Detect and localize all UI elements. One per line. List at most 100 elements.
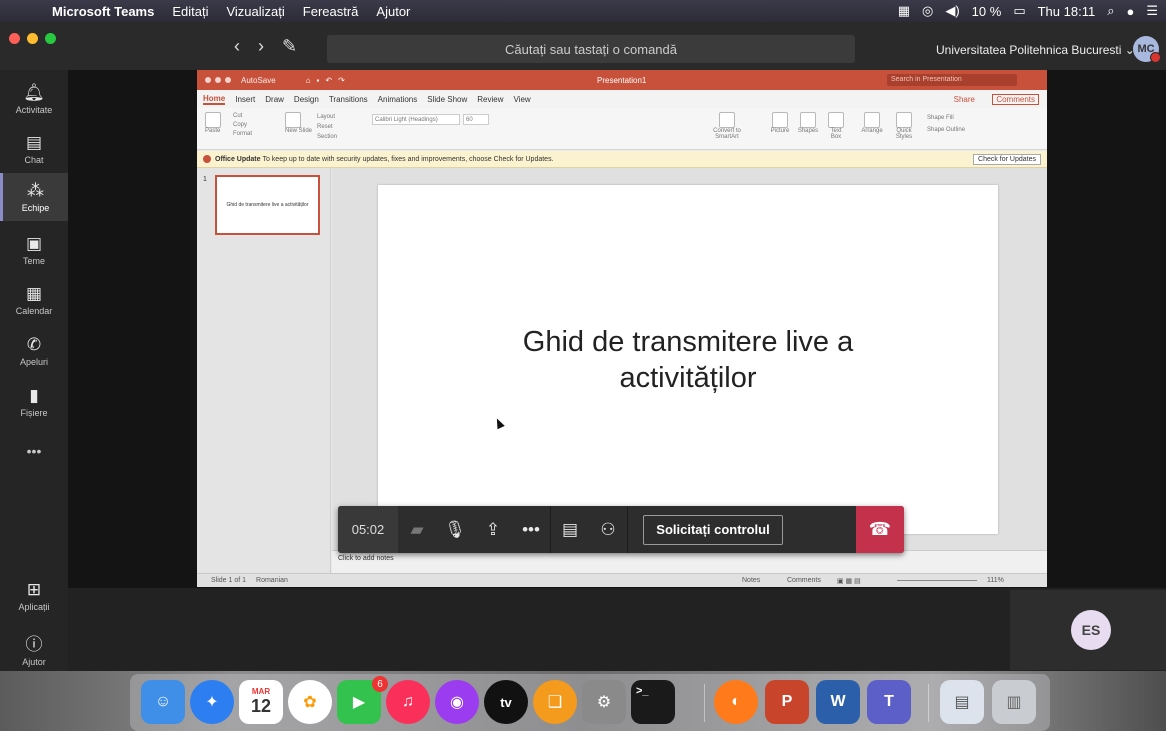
firefox-icon[interactable]: ◐ [714,680,758,724]
command-search-input[interactable]: Căutați sau tastați o comandă [327,35,855,63]
word-icon[interactable]: W [816,680,860,724]
safari-icon[interactable]: ✦ [190,680,234,724]
rail-item-activity[interactable]: 🔔︎ Activitate [0,76,68,122]
menu-app-name[interactable]: Microsoft Teams [52,4,154,19]
shape-outline-button[interactable]: Shape Outline [927,124,965,136]
slide-canvas[interactable]: Ghid de transmitere live a activităților [378,185,998,534]
microphone-icon[interactable]: 🎙︎ [436,506,474,553]
forward-icon[interactable]: › [258,36,264,57]
menu-view[interactable]: Vizualizați [226,4,284,19]
rail-item-chat[interactable]: ▤ Chat [0,126,68,172]
tab-home[interactable]: Home [203,94,226,105]
spotlight-icon[interactable]: ⌕ [1107,3,1114,19]
menu-edit[interactable]: Editați [172,4,208,19]
system-preferences-icon[interactable]: ⚙ [582,680,626,724]
participant-avatar[interactable]: ES [1071,610,1111,650]
siri-icon[interactable]: ● [1126,4,1134,19]
ppt-home-icon[interactable]: ⌂ [306,76,311,85]
menu-window[interactable]: Fereastră [303,4,359,19]
reset-button[interactable]: Reset [317,122,337,132]
section-button[interactable]: Section [317,132,337,142]
zoom-level[interactable]: 111% [987,577,1004,584]
slide-thumbnail[interactable]: Ghid de transmitere live a activităților [215,175,320,235]
show-participants-icon[interactable]: ⚇ [589,506,627,553]
back-icon[interactable]: ‹ [234,36,240,57]
tab-slideshow[interactable]: Slide Show [427,95,467,104]
ppt-undo-icon[interactable]: ↶ [325,76,332,85]
clock[interactable]: Thu 18:11 [1038,4,1096,19]
view-buttons[interactable]: ▣ ▦ ▤ [837,577,861,585]
check-updates-button[interactable]: Check for Updates [973,154,1041,165]
tab-view[interactable]: View [514,95,531,104]
textbox-button[interactable]: Text Box [825,112,847,140]
ppt-comments-button[interactable]: Comments [992,93,1039,105]
notes-toggle[interactable]: Notes [742,577,760,584]
tab-transitions[interactable]: Transitions [329,95,368,104]
airplay-icon[interactable]: ◎ [922,3,933,19]
arrange-button[interactable]: Arrange [859,112,885,134]
powerpoint-icon[interactable]: P [765,680,809,724]
more-actions-icon[interactable]: ••• [512,506,550,553]
music-icon[interactable]: ♫ [386,680,430,724]
user-avatar[interactable]: MC [1133,36,1161,63]
layout-button[interactable]: Layout [317,112,337,122]
books-icon[interactable]: ❑ [533,680,577,724]
hang-up-icon[interactable]: ☎ [856,506,904,553]
compose-icon[interactable]: ✎ [282,36,297,57]
rail-item-calls[interactable]: ✆ Apeluri [0,328,68,374]
rail-item-help[interactable]: ⓘ Ajutor [0,630,68,667]
notes-area[interactable]: Click to add notes [332,550,1047,573]
cut-button[interactable]: Cut [233,112,252,121]
notification-center-icon[interactable]: ☰ [1146,3,1158,19]
menu-help[interactable]: Ajutor [376,4,410,19]
quick-styles-button[interactable]: Quick Styles [889,112,919,140]
slide-title-text[interactable]: Ghid de transmitere live a activităților [468,324,908,396]
ppt-search-input[interactable]: Search in Presentation [887,74,1017,86]
tab-draw[interactable]: Draw [265,95,284,104]
flag-icon[interactable]: ▦ [898,3,910,19]
minimize-window-button[interactable] [27,33,38,44]
font-select[interactable]: Calibri Light (Headings) [372,114,460,125]
rail-more-button[interactable]: ••• [0,428,68,474]
tab-design[interactable]: Design [294,95,319,104]
show-conversation-icon[interactable]: ▤ [551,506,589,553]
rail-item-files[interactable]: ▮ Fișiere [0,379,68,425]
rail-item-assignments[interactable]: ▣ Teme [0,227,68,273]
podcasts-icon[interactable]: ◉ [435,680,479,724]
calendar-app-icon[interactable]: MAR 12 [239,680,283,724]
ppt-redo-icon[interactable]: ↷ [338,76,345,85]
photos-icon[interactable]: ✿ [288,680,332,724]
ppt-save-icon[interactable]: ▪ [317,76,320,85]
appletv-icon[interactable]: tv [484,680,528,724]
battery-percent[interactable]: 10 % [972,4,1002,19]
terminal-icon[interactable]: >_ [631,680,675,724]
trash-icon[interactable]: ▥ [992,680,1036,724]
shapes-button[interactable]: Shapes [795,112,821,134]
ppt-share-button[interactable]: Share [954,95,975,104]
teams-dock-icon[interactable]: T [867,680,911,724]
tab-animations[interactable]: Animations [378,95,418,104]
close-window-button[interactable] [9,33,20,44]
font-size-select[interactable]: 60 [463,114,489,125]
volume-icon[interactable]: ◀) [945,3,959,19]
ppt-autosave[interactable]: AutoSave [241,76,276,85]
zoom-slider[interactable] [897,580,977,581]
share-screen-icon[interactable]: ⇪ [474,506,512,553]
downloads-stack-icon[interactable]: ▤ [940,680,984,724]
shape-fill-button[interactable]: Shape Fill [927,112,965,124]
tab-insert[interactable]: Insert [235,95,255,104]
org-switcher[interactable]: Universitatea Politehnica Bucuresti ⌄ [936,43,1135,57]
convert-smartart-button[interactable]: Convert to SmartArt [707,112,747,140]
picture-button[interactable]: Picture [767,112,793,134]
new-slide-button[interactable]: New Slide [285,112,315,134]
rail-item-apps[interactable]: ⊞ Aplicații [0,580,68,612]
language-indicator[interactable]: Romanian [256,577,288,584]
comments-toggle[interactable]: Comments [787,577,821,584]
rail-item-teams[interactable]: ⁂ Echipe [0,173,68,221]
paste-button[interactable]: Paste [205,112,221,134]
camera-off-icon[interactable]: ▰ [398,506,436,553]
zoom-window-button[interactable] [45,33,56,44]
copy-button[interactable]: Copy [233,121,252,130]
tab-review[interactable]: Review [477,95,503,104]
request-control-button[interactable]: Solicitați controlul [643,514,783,545]
